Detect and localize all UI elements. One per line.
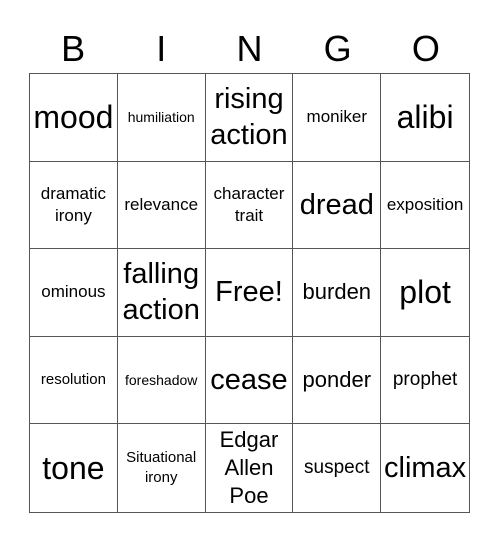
bingo-cell-text: rising action [210,83,288,152]
bingo-cell-text: dramatic irony [40,183,106,225]
bingo-cell[interactable]: burden [293,249,382,337]
bingo-cell[interactable]: plot [381,249,469,337]
bingo-cell[interactable]: dread [293,161,382,250]
bingo-cell-text: cease [210,364,288,397]
bingo-cell-text: ominous [41,282,106,302]
header-letter-b: B [61,28,86,69]
bingo-grid: mood humiliation rising action moniker alibi… [29,73,470,513]
bingo-cell[interactable]: exposition [381,162,469,250]
bingo-cell-text: foreshadow [125,372,198,389]
bingo-cell[interactable]: Situational irony [118,424,206,512]
header-letter-n: N [236,28,263,69]
bingo-cell[interactable]: moniker [293,74,382,162]
bingo-cell-text: Free! [215,276,283,309]
header-letter-g: G [323,28,352,69]
bingo-cell[interactable]: relevance [117,161,206,250]
bingo-cell-text: falling action [122,258,200,327]
bingo-cell-text: climax [384,452,467,485]
bingo-cell-text: burden [302,279,372,305]
bingo-cell[interactable]: falling action [117,249,206,337]
bingo-cell[interactable]: Free! [205,249,294,337]
bingo-cell-text: character trait [213,183,285,225]
bingo-cell[interactable]: humiliation [117,74,206,162]
bingo-cell[interactable]: character trait [205,161,294,250]
bingo-cell-text: relevance [124,194,199,214]
bingo-cell-text: ponder [302,367,372,393]
bingo-cell-text: tone [42,450,105,487]
bingo-header: B I N G O [29,26,470,72]
bingo-cell-text: humiliation [127,109,195,126]
bingo-cell[interactable]: tone [30,424,118,512]
bingo-cell[interactable]: rising action [205,74,294,162]
bingo-cell[interactable]: ominous [30,249,118,337]
bingo-cell-text: mood [33,99,114,136]
bingo-cell-text: exposition [386,194,464,214]
bingo-cell[interactable]: suspect [293,424,382,512]
bingo-cell[interactable]: alibi [381,74,469,162]
bingo-cell[interactable]: resolution [30,336,118,425]
bingo-cell-text: resolution [40,371,106,389]
bingo-cell-text: prophet [392,369,458,391]
bingo-cell-text: suspect [304,457,370,479]
bingo-cell-text: moniker [306,107,368,127]
bingo-cell-text: Edgar Allen Poe [219,427,279,509]
bingo-cell[interactable]: prophet [381,337,469,425]
header-letter-o: O [411,28,440,69]
bingo-cell[interactable]: Edgar Allen Poe [206,424,294,512]
bingo-cell[interactable]: mood [30,74,118,162]
header-letter-i: I [156,28,167,69]
bingo-cell-text: alibi [396,99,454,136]
bingo-cell-text: Situational irony [126,449,197,487]
bingo-cell-text: dread [299,188,374,221]
bingo-cell[interactable]: foreshadow [117,336,206,425]
bingo-cell[interactable]: dramatic irony [30,161,118,250]
bingo-cell-text: plot [399,274,451,311]
bingo-cell[interactable]: climax [381,424,469,512]
bingo-cell[interactable]: ponder [293,336,382,425]
bingo-cell[interactable]: cease [205,336,294,425]
